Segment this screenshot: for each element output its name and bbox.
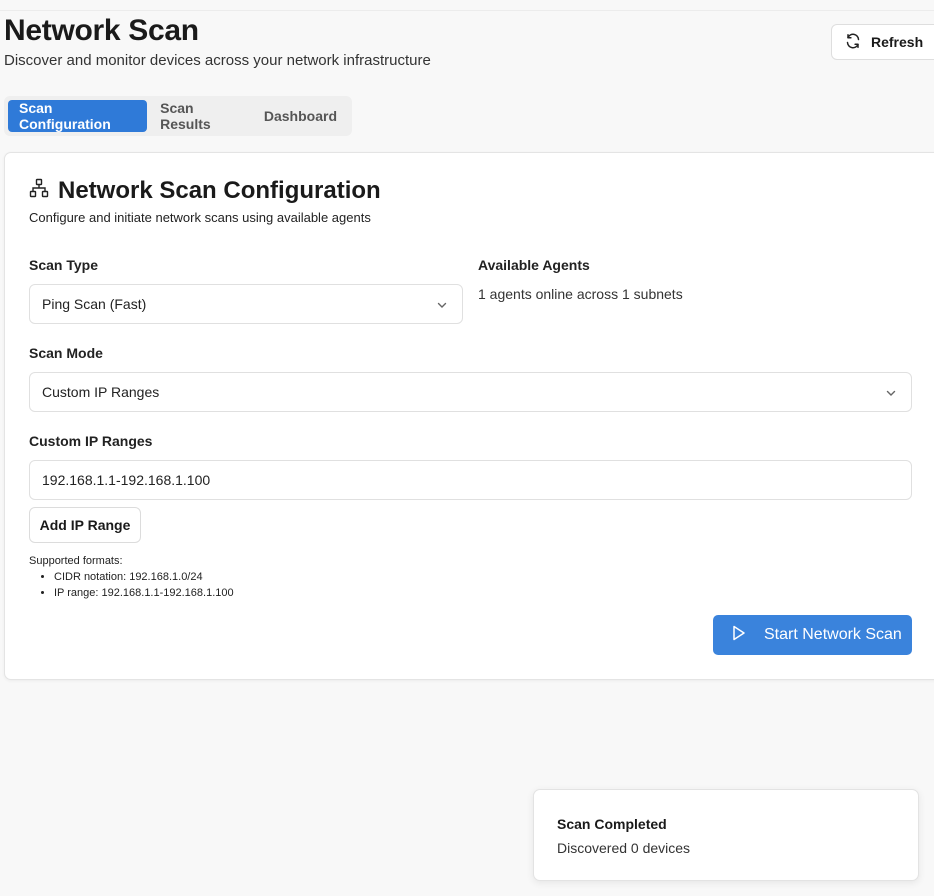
network-scan-page: Network Scan Discover and monitor device… [0,0,934,896]
ip-range-value: 192.168.1.1-192.168.1.100 [42,472,211,488]
chevron-down-icon [436,298,448,314]
available-agents-text: 1 agents online across 1 subnets [478,286,683,302]
format-item: IP range: 192.168.1.1-192.168.1.100 [54,585,234,601]
toast-title: Scan Completed [557,816,667,832]
tab-dashboard[interactable]: Dashboard [253,100,348,132]
scan-type-label: Scan Type [29,257,98,273]
card-header: Network Scan Configuration [29,177,381,205]
chevron-down-icon [885,386,897,402]
scan-type-select[interactable]: Ping Scan (Fast) [29,284,463,324]
custom-ip-ranges-label: Custom IP Ranges [29,433,153,449]
supported-formats: Supported formats: CIDR notation: 192.16… [29,553,234,601]
top-divider [0,10,934,11]
scan-mode-select[interactable]: Custom IP Ranges [29,372,912,412]
scan-mode-value: Custom IP Ranges [42,384,160,400]
page-title: Network Scan [4,14,199,47]
scan-completed-toast: Scan Completed Discovered 0 devices [533,789,919,881]
card-title: Network Scan Configuration [58,177,381,204]
scan-type-value: Ping Scan (Fast) [42,296,147,312]
tab-scan-configuration[interactable]: Scan Configuration [8,100,148,132]
add-ip-range-button[interactable]: Add IP Range [29,507,141,543]
scan-configuration-card: Network Scan Configuration Configure and… [4,152,934,680]
page-subtitle: Discover and monitor devices across your… [4,52,431,69]
refresh-label: Refresh [871,34,924,50]
toast-message: Discovered 0 devices [557,840,691,856]
scan-mode-label: Scan Mode [29,345,103,361]
card-description: Configure and initiate network scans usi… [29,210,371,225]
formats-title: Supported formats: [29,555,123,567]
start-scan-label: Start Network Scan [764,626,902,643]
play-icon [732,625,746,646]
tab-bar: Scan Configuration Scan Results Dashboar… [4,96,352,136]
tab-scan-results[interactable]: Scan Results [149,100,251,132]
refresh-icon [845,33,861,52]
available-agents-label: Available Agents [478,257,590,273]
ip-range-input[interactable]: 192.168.1.1-192.168.1.100 [29,460,912,500]
network-icon [29,177,49,205]
start-network-scan-button[interactable]: Start Network Scan [713,615,912,655]
refresh-button[interactable]: Refresh [831,24,934,60]
format-item: CIDR notation: 192.168.1.0/24 [54,569,234,585]
